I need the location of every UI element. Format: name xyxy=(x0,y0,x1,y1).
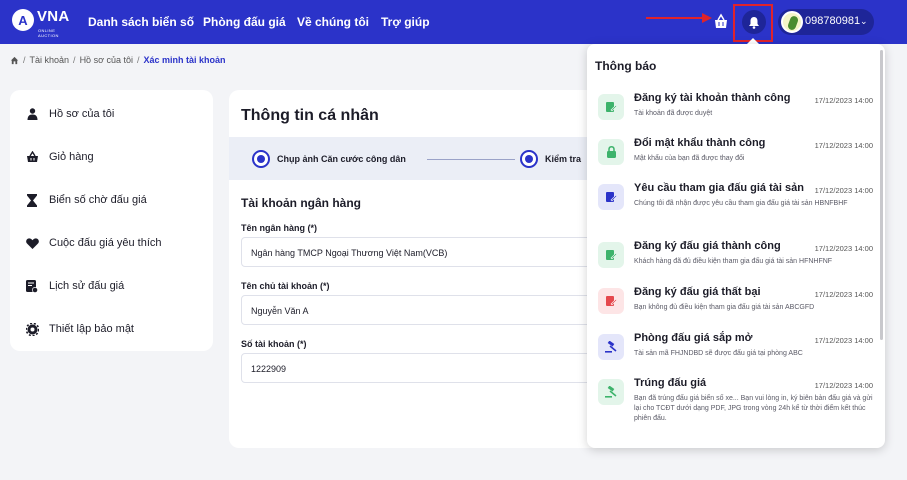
account-holder-field[interactable]: Nguyễn Văn A xyxy=(241,295,641,325)
sidebar-item-history[interactable]: Lịch sử đấu giá xyxy=(25,277,124,295)
nav-link-plates[interactable]: Danh sách biển số xyxy=(88,15,194,29)
bank-name-label: Tên ngân hàng (*) xyxy=(241,223,317,233)
settings-icon xyxy=(25,322,39,336)
sidebar-item-label: Giỏ hàng xyxy=(49,151,94,163)
notification-description: Chúng tôi đã nhận được yêu cầu tham gia … xyxy=(634,200,848,207)
edit-icon xyxy=(598,242,624,268)
page-title: Thông tin cá nhân xyxy=(241,107,379,124)
notification-title: Đổi mật khẩu thành công xyxy=(634,137,766,149)
nav-link-help[interactable]: Trợ giúp xyxy=(381,15,430,29)
notification-time: 17/12/2023 14:00 xyxy=(814,381,873,390)
notification-description: Khách hàng đã đủ điều kiện tham gia đấu … xyxy=(634,258,833,265)
sidebar: Hồ sơ của tôi Giỏ hàng Biển số chờ đấu g… xyxy=(10,90,213,351)
annotation-arrow-icon xyxy=(646,13,712,23)
chevron-down-icon: ⌄ xyxy=(860,16,868,26)
notification-title: Yêu cầu tham gia đấu giá tài sản xyxy=(634,182,804,194)
sidebar-item-label: Hồ sơ của tôi xyxy=(49,108,115,120)
notification-description: Tài khoản đã được duyệt xyxy=(634,110,713,117)
notification-scrollbar[interactable] xyxy=(880,50,883,340)
sidebar-item-pending-plates[interactable]: Biển số chờ đấu giá xyxy=(25,191,147,209)
sidebar-item-security[interactable]: Thiết lập bảo mật xyxy=(25,320,134,338)
heart-icon xyxy=(25,236,39,250)
top-navbar: A VNA ONLINE AUCTION Danh sách biển số P… xyxy=(0,0,907,44)
home-icon[interactable] xyxy=(10,56,19,65)
notification-panel-title: Thông báo xyxy=(595,59,657,73)
step-2-indicator[interactable] xyxy=(520,150,538,168)
sidebar-item-label: Thiết lập bảo mật xyxy=(49,323,134,335)
sidebar-item-label: Biển số chờ đấu giá xyxy=(49,194,147,206)
avatar xyxy=(781,11,803,33)
verification-stepper: Chụp ảnh Căn cước công dân Kiểm tra xyxy=(229,137,649,180)
logo[interactable]: A VNA ONLINE AUCTION xyxy=(12,8,70,38)
breadcrumb: / Tài khoản / Hồ sơ của tôi / Xác minh t… xyxy=(10,55,226,65)
user-menu-button[interactable]: 098780981 ⌄ xyxy=(778,9,874,35)
cart-icon[interactable] xyxy=(712,12,730,32)
personal-info-card: Thông tin cá nhân Chụp ảnh Căn cước công… xyxy=(229,90,649,448)
cart-icon xyxy=(25,150,39,164)
notification-time: 17/12/2023 14:00 xyxy=(814,141,873,150)
breadcrumb-account[interactable]: Tài khoản xyxy=(30,55,70,65)
notification-title: Trúng đấu giá xyxy=(634,377,707,389)
notification-description: Bạn đã trúng đấu giá biển số xe... Bạn v… xyxy=(634,395,873,422)
edit-icon xyxy=(598,288,624,314)
notification-description: Mật khẩu của bạn đã được thay đổi xyxy=(634,155,745,162)
breadcrumb-current: Xác minh tài khoản xyxy=(143,55,226,65)
notification-time: 17/12/2023 14:00 xyxy=(814,244,873,253)
notification-time: 17/12/2023 14:00 xyxy=(814,96,873,105)
edit-icon xyxy=(598,184,624,210)
sidebar-item-cart[interactable]: Giỏ hàng xyxy=(25,148,94,166)
step-connector xyxy=(427,159,515,160)
step-2-label: Kiểm tra xyxy=(545,154,582,164)
notification-time: 17/12/2023 14:00 xyxy=(814,186,873,195)
bank-section-title: Tài khoản ngân hàng xyxy=(241,196,362,210)
notification-description: Tài sản mã FHJNDBD sẽ được đấu giá tại p… xyxy=(634,350,803,357)
notification-title: Phòng đấu giá sắp mở xyxy=(634,332,753,344)
gavel-icon xyxy=(598,379,624,405)
notification-time: 17/12/2023 14:00 xyxy=(814,290,873,299)
sidebar-item-label: Cuộc đấu giá yêu thích xyxy=(49,237,162,249)
history-icon xyxy=(25,279,39,293)
notification-title: Đăng ký đấu giá thất bại xyxy=(634,286,761,298)
sidebar-item-favorites[interactable]: Cuộc đấu giá yêu thích xyxy=(25,234,162,252)
nav-link-about[interactable]: Về chúng tôi xyxy=(297,15,369,29)
account-number-label: Số tài khoản (*) xyxy=(241,339,307,349)
account-number-field[interactable]: 1222909 xyxy=(241,353,641,383)
hourglass-icon xyxy=(25,193,39,207)
notification-title: Đăng ký tài khoản thành công xyxy=(634,92,791,104)
notification-title: Đăng ký đấu giá thành công xyxy=(634,240,781,252)
logo-mark-icon: A xyxy=(12,9,34,31)
step-1-label: Chụp ảnh Căn cước công dân xyxy=(277,154,406,164)
edit-icon xyxy=(598,94,624,120)
logo-subtext: ONLINE AUCTION xyxy=(38,28,59,38)
bell-highlight-box xyxy=(733,4,773,42)
lock-icon xyxy=(598,139,624,165)
bank-name-field[interactable]: Ngân hàng TMCP Ngoại Thương Việt Nam(VCB… xyxy=(241,237,641,267)
logo-text: VNA xyxy=(37,8,70,25)
account-holder-label: Tên chủ tài khoản (*) xyxy=(241,281,330,291)
sidebar-item-label: Lịch sử đấu giá xyxy=(49,280,125,292)
sidebar-item-profile[interactable]: Hồ sơ của tôi xyxy=(25,105,114,123)
nav-link-auction-rooms[interactable]: Phòng đấu giá xyxy=(203,15,286,29)
user-phone: 098780981 xyxy=(805,15,861,27)
notification-description: Bạn không đủ điều kiện tham gia đấu giá … xyxy=(634,304,815,311)
notification-panel: Thông báo Đăng ký tài khoản thành công 17… xyxy=(587,44,885,448)
user-icon xyxy=(25,107,39,121)
notification-time: 17/12/2023 14:00 xyxy=(814,336,873,345)
gavel-icon xyxy=(598,334,624,360)
breadcrumb-profile[interactable]: Hồ sơ của tôi xyxy=(80,55,133,65)
step-1-indicator[interactable] xyxy=(252,150,270,168)
